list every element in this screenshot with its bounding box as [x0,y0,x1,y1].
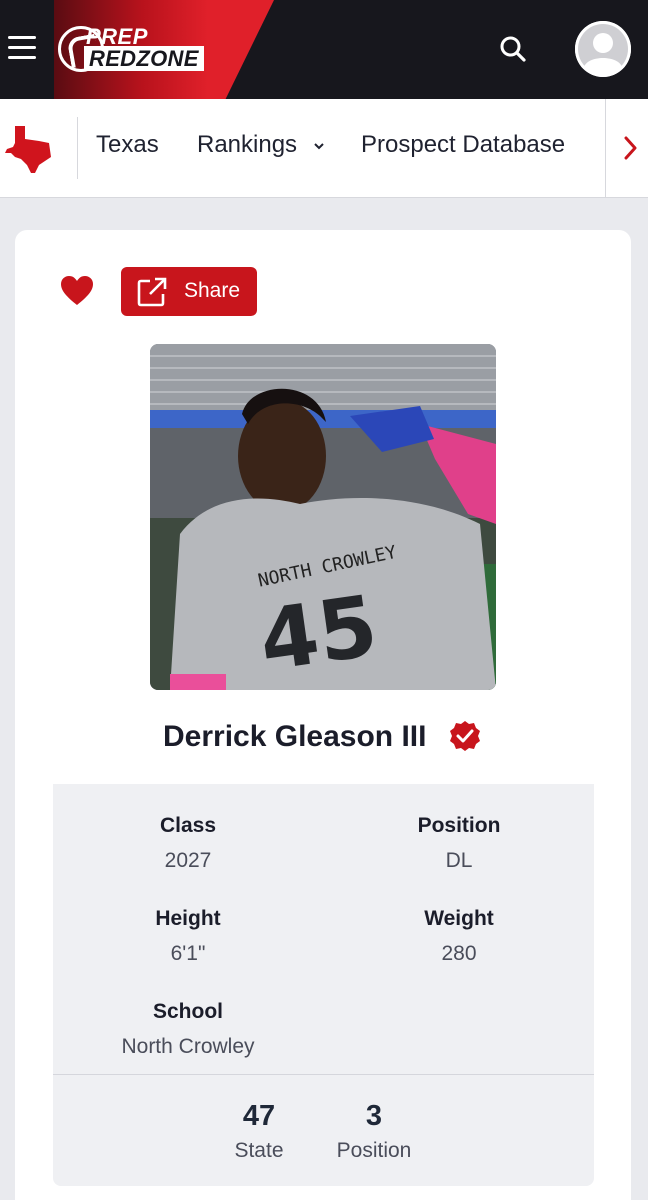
detail-position-value: DL [445,849,473,872]
texas-state-icon[interactable] [0,117,78,179]
app-header: PREP REDZONE [0,0,648,99]
detail-position-label: Position [417,814,501,837]
nav-item-rankings[interactable]: Rankings [197,131,326,159]
logo-text-bottom: REDZONE [84,46,204,71]
favorite-heart-icon[interactable] [59,274,95,308]
detail-height: Height 6'1" [53,907,323,966]
detail-class-value: 2027 [164,849,212,872]
rank-position-label: Position [336,1139,412,1162]
detail-class: Class 2027 [53,814,323,873]
detail-height-value: 6'1" [170,942,206,965]
chevron-down-icon [314,142,324,150]
rank-state-number: 47 [242,1100,276,1132]
player-photo: NORTH CROWLEY 45 [150,344,496,690]
detail-school-value[interactable]: North Crowley [53,1035,323,1059]
secondary-nav: Texas Rankings Prospect Database [0,99,648,198]
rank-position[interactable]: 3 Position [314,1100,434,1163]
rank-position-number: 3 [365,1100,383,1132]
player-name: Derrick Gleason III [163,720,427,753]
svg-text:45: 45 [254,577,383,690]
nav-item-prospect-database[interactable]: Prospect Database [361,131,565,159]
prospect-card: Share NORTH CROWLEY 45 Derrick Gleason I… [15,230,631,1200]
prep-redzone-logo[interactable]: PREP REDZONE [58,24,208,76]
detail-weight-value: 280 [441,942,477,965]
detail-position: Position DL [324,814,594,873]
hamburger-menu-icon[interactable] [8,36,38,62]
prospect-details-panel: Class 2027 Position DL Height 6'1" Weigh… [53,784,594,1186]
details-divider [53,1074,594,1075]
nav-item-texas[interactable]: Texas [96,131,159,159]
user-avatar-icon[interactable] [575,21,631,77]
search-icon[interactable] [498,34,528,64]
rank-state[interactable]: 47 State [199,1100,319,1163]
player-name-row: Derrick Gleason III [15,718,631,758]
detail-school-label: School [152,1000,223,1023]
detail-class-label: Class [159,814,217,837]
share-label: Share [184,279,241,302]
detail-height-label: Height [155,907,221,930]
external-share-icon [137,277,167,307]
detail-weight: Weight 280 [324,907,594,966]
share-button[interactable]: Share [121,267,257,316]
chevron-right-icon[interactable] [605,99,648,197]
detail-school: School North Crowley [53,1000,323,1059]
nav-item-rankings-label: Rankings [197,131,298,158]
detail-weight-label: Weight [424,907,494,930]
verified-badge-icon [449,720,481,752]
rank-state-label: State [234,1139,284,1162]
